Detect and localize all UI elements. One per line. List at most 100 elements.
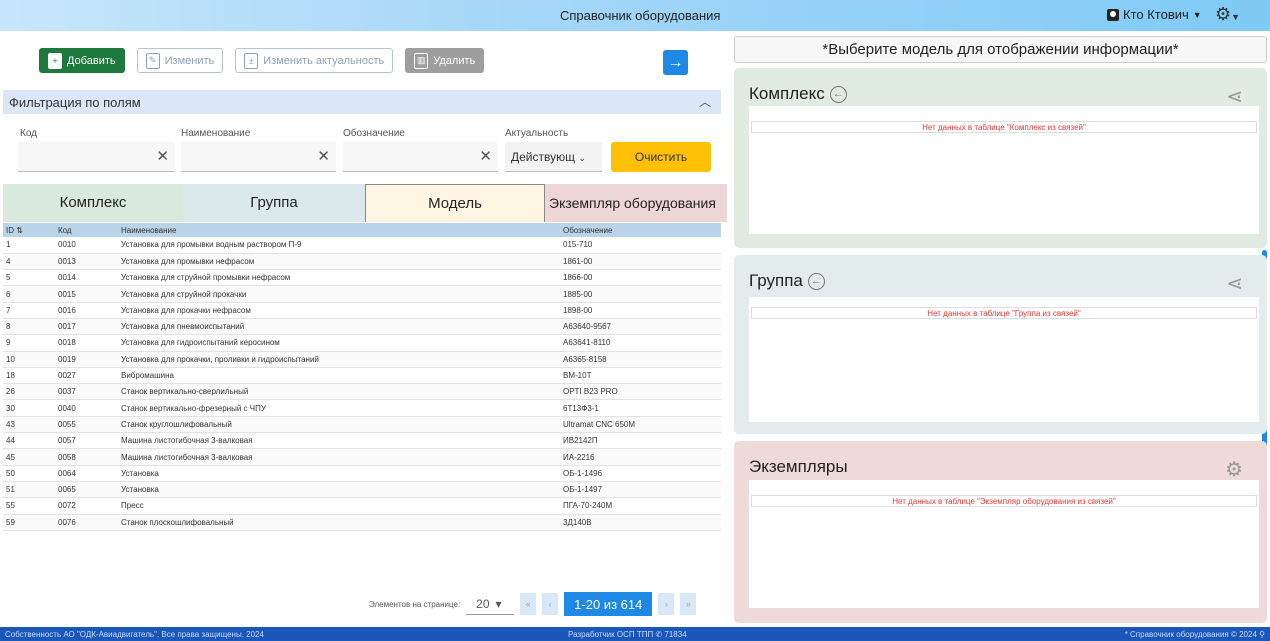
cell-id: 4 xyxy=(3,253,55,271)
code-filter-input[interactable]: ✕ xyxy=(18,142,175,172)
chevron-down-icon: ▾ xyxy=(495,596,502,611)
column-header-code[interactable]: Код xyxy=(55,223,118,237)
table-row[interactable]: 26 0037 Станок вертикально-сверлильный OPTI… xyxy=(3,383,721,401)
clear-filters-button[interactable]: Очистить xyxy=(611,142,711,172)
entity-tabs: Комплекс Группа Модель Экземпляр оборудо… xyxy=(3,184,727,222)
delete-button[interactable]: ▥ Удалить xyxy=(405,48,485,73)
filter-header[interactable]: Фильтрация по полям ︿ xyxy=(3,90,721,114)
instances-panel-title: Экземпляры xyxy=(749,457,848,476)
column-header-designation[interactable]: Обозначение xyxy=(560,223,721,237)
cell-id: 1 xyxy=(3,237,55,254)
cell-id: 30 xyxy=(3,399,55,417)
models-table: ID ⇅ Код Наименование Обозначение 1 0010 У… xyxy=(3,223,727,583)
clear-icon[interactable]: ✕ xyxy=(317,147,330,165)
cell-code: 0072 xyxy=(55,497,118,515)
tab-equipment-instance[interactable]: Экземпляр оборудования xyxy=(545,184,727,222)
clear-icon[interactable]: ✕ xyxy=(479,147,492,165)
name-filter-input[interactable]: ✕ xyxy=(181,142,336,172)
cell-code: 0065 xyxy=(55,481,118,499)
cell-designation: Ultramat CNC 650M xyxy=(560,416,721,434)
prev-page-button[interactable]: ‹ xyxy=(542,593,559,615)
add-file-icon: + xyxy=(48,52,62,69)
cell-name: Установка для прокачки, проливки и гидро… xyxy=(118,351,560,368)
plus-minus-icon: ± xyxy=(244,52,259,69)
cell-designation: ВМ-10Т xyxy=(560,367,721,385)
search-icon[interactable]: ⚲ xyxy=(1259,630,1265,639)
complex-table: Нет данных в таблице "Комплекс из связей… xyxy=(749,106,1259,234)
column-header-name[interactable]: Наименование xyxy=(118,223,560,237)
cell-designation: 015-710 xyxy=(560,237,721,254)
cell-id: 45 xyxy=(3,448,55,466)
first-page-button[interactable]: « xyxy=(520,593,537,615)
cell-code: 0055 xyxy=(55,416,118,434)
developer-info: Разработчик ОСП ТПП ✆ 71834 xyxy=(568,630,687,639)
edit-relevance-button[interactable]: ± Изменить актуальность xyxy=(235,48,394,73)
settings-menu[interactable]: ⚙▼ xyxy=(1215,4,1240,25)
app-title: Справочник оборудования xyxy=(560,8,721,23)
user-menu[interactable]: Кто Ктович ▼ xyxy=(1107,7,1202,22)
table-row[interactable]: 18 0027 Вибромашина ВМ-10Т xyxy=(3,367,721,385)
table-row[interactable]: 5 0014 Установка для струйной промывки неф… xyxy=(3,269,721,287)
relevance-select[interactable]: Действующ ⌄ xyxy=(505,142,602,172)
tab-model[interactable]: Модель xyxy=(365,184,545,222)
cell-name: Машина листогибочная 3-валковая xyxy=(118,448,560,466)
cell-designation: 1866-00 xyxy=(560,269,721,287)
cell-designation: ПГА-70-240М xyxy=(560,497,721,515)
page-range: 1-20 из 614 xyxy=(564,592,653,616)
relevance-value: Действующ xyxy=(511,150,575,164)
user-name: Кто Ктович xyxy=(1123,7,1189,22)
clear-icon[interactable]: ✕ xyxy=(156,147,169,165)
table-row[interactable]: 8 0017 Установка для пневмоиспытаний А63640… xyxy=(3,318,721,336)
tab-group[interactable]: Группа xyxy=(183,184,365,222)
last-page-button[interactable]: » xyxy=(680,593,697,615)
page-size-select[interactable]: 20 ▾ xyxy=(466,593,515,615)
table-row[interactable]: 6 0015 Установка для струйной прокачки 1885… xyxy=(3,285,721,303)
footer: Собственность АО "ОДК-Авиадвигатель". Вс… xyxy=(0,627,1270,641)
add-button[interactable]: + Добавить xyxy=(39,48,125,73)
edit-button-label: Изменить xyxy=(164,54,215,67)
next-page-button[interactable]: › xyxy=(658,593,675,615)
table-row[interactable]: 45 0058 Машина листогибочная 3-валковая ИА-… xyxy=(3,448,721,466)
table-row[interactable]: 7 0016 Установка для прокачки нефрасом 1898… xyxy=(3,302,721,319)
cell-name: Установка для гидроиспытаний керосином xyxy=(118,334,560,352)
paginator: Элементов на странице: 20 ▾ « ‹ 1-20 из … xyxy=(369,592,697,616)
table-row[interactable]: 4 0013 Установка для промывки нефрасом 1861… xyxy=(3,253,721,271)
cell-code: 0027 xyxy=(55,367,118,385)
cell-name: Установка xyxy=(118,481,560,499)
cell-designation: ИА-2216 xyxy=(560,448,721,466)
share-icon[interactable]: ⋖ xyxy=(1226,271,1243,296)
delete-button-label: Удалить xyxy=(433,54,476,67)
tab-complex[interactable]: Комплекс xyxy=(3,184,183,222)
table-row[interactable]: 55 0072 Пресс ПГА-70-240М xyxy=(3,497,721,515)
product-text: * Справочник оборудования © 2024 xyxy=(1124,629,1257,639)
table-row[interactable]: 1 0010 Установка для промывки водным раств… xyxy=(3,237,721,254)
table-row[interactable]: 59 0076 Станок плоскошлифовальный 3Д140В xyxy=(3,514,721,531)
designation-filter-input[interactable]: ✕ xyxy=(343,142,498,172)
table-row[interactable]: 30 0040 Станок вертикально-фрезерный с ЧПУ… xyxy=(3,399,721,417)
table-row[interactable]: 43 0055 Станок круглошлифовальный Ultramat … xyxy=(3,416,721,434)
table-row[interactable]: 51 0065 Установка ОБ-1-1497 xyxy=(3,481,721,499)
table-row[interactable]: 44 0057 Машина листогибочная 3-валковая ИВ2… xyxy=(3,432,721,450)
column-header-id[interactable]: ID ⇅ xyxy=(3,223,55,237)
complex-empty-message: Нет данных в таблице "Комплекс из связей… xyxy=(751,121,1257,133)
gear-icon[interactable]: ⚙ xyxy=(1225,457,1243,482)
designation-label: Обозначение xyxy=(343,128,405,139)
arrow-left-circle-icon[interactable]: ← xyxy=(807,272,825,290)
cell-code: 0016 xyxy=(55,302,118,319)
cell-name: Пресс xyxy=(118,497,560,515)
complex-panel: Комплекс ← ⋖ Нет данных в таблице "Компл… xyxy=(734,68,1267,248)
cell-id: 43 xyxy=(3,416,55,434)
chevron-up-icon[interactable]: ︿ xyxy=(699,93,711,110)
forward-button[interactable]: → xyxy=(663,50,688,75)
table-row[interactable]: 10 0019 Установка для прокачки, проливки и… xyxy=(3,351,721,368)
cell-id: 9 xyxy=(3,334,55,352)
instances-panel: Экземпляры ⚙ Нет данных в таблице "Экзем… xyxy=(734,441,1267,623)
cell-id: 18 xyxy=(3,367,55,385)
table-row[interactable]: 9 0018 Установка для гидроиспытаний кероси… xyxy=(3,334,721,352)
arrow-left-circle-icon[interactable]: ← xyxy=(829,85,847,103)
table-row[interactable]: 50 0064 Установка ОБ-1-1496 xyxy=(3,465,721,482)
edit-button[interactable]: ✎ Изменить xyxy=(136,48,224,73)
cell-id: 7 xyxy=(3,302,55,319)
group-table: Нет данных в таблице "Группа из связей" xyxy=(749,297,1259,422)
cell-code: 0037 xyxy=(55,383,118,401)
